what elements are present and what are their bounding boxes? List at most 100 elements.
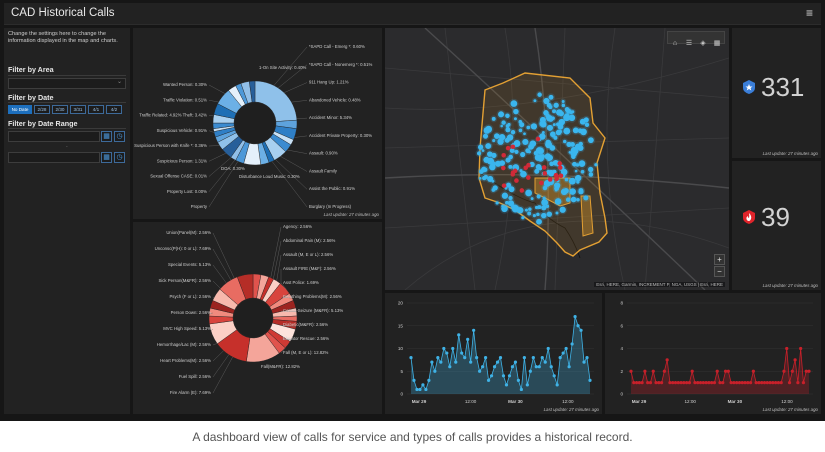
date-button[interactable]: 4/2 [106,105,122,114]
fire-timeline-point[interactable] [671,381,675,385]
fire-call-point[interactable] [557,161,563,166]
date-button[interactable]: 2/28 [34,105,50,114]
fire-call-point[interactable] [557,165,563,170]
police-timeline-point[interactable] [531,356,535,360]
fire-timeline-point[interactable] [685,381,689,385]
police-timeline-point[interactable] [543,360,547,364]
police-timeline-point[interactable] [513,360,518,364]
fire-timeline-point[interactable] [760,381,764,385]
police-timeline-point[interactable] [492,365,497,369]
fire-timeline-point[interactable] [748,381,753,385]
police-timeline-point[interactable] [585,356,589,360]
police-timeline-point[interactable] [567,365,571,369]
fire-timeline-point[interactable] [673,381,678,385]
police-call-point[interactable] [583,195,589,201]
police-timeline-point[interactable] [507,374,512,378]
police-call-point[interactable] [505,113,510,119]
police-call-point[interactable] [518,128,523,133]
police-call-point[interactable] [551,116,555,120]
police-timeline-point[interactable] [430,360,434,364]
police-call-point[interactable] [495,201,499,205]
police-timeline-point[interactable] [525,383,529,387]
start-date-input[interactable] [8,131,100,142]
police-call-point[interactable] [576,180,580,184]
police-call-point[interactable] [519,169,523,173]
police-call-point[interactable] [571,154,576,160]
police-call-point[interactable] [565,197,571,202]
fire-call-point[interactable] [519,188,525,193]
police-timeline-point[interactable] [516,378,520,382]
fire-call-point[interactable] [505,145,511,151]
date-button-no-date[interactable]: No Date [8,105,32,114]
police-timeline-point[interactable] [412,378,416,382]
fire-timeline-point[interactable] [648,381,653,385]
police-timeline-point[interactable] [442,346,446,351]
police-call-point[interactable] [510,100,518,107]
police-call-point[interactable] [572,161,577,167]
fire-timeline-point[interactable] [787,381,792,385]
police-timeline-point[interactable] [409,356,413,360]
fire-timeline-point[interactable] [779,381,783,385]
police-call-point[interactable] [505,157,511,163]
police-timeline-point[interactable] [573,315,577,319]
police-call-point[interactable] [501,204,505,208]
fire-timeline-point[interactable] [690,369,694,373]
police-timeline-point[interactable] [427,378,431,382]
police-timeline-point[interactable] [418,387,422,392]
police-call-point[interactable] [492,185,498,191]
fire-timeline-point[interactable] [732,381,736,385]
police-call-point[interactable] [536,218,542,225]
fire-timeline-point[interactable] [790,369,794,373]
fire-timeline-point[interactable] [693,381,697,385]
fire-timeline-point[interactable] [729,381,733,385]
police-timeline-point[interactable] [481,365,485,369]
police-call-point[interactable] [572,127,579,134]
police-timeline-point[interactable] [463,356,467,360]
police-call-point[interactable] [536,212,540,217]
fire-timeline-point[interactable] [796,381,800,385]
zoom-out-button[interactable]: − [714,266,725,277]
fire-timeline-point[interactable] [771,381,775,385]
police-timeline-point[interactable] [519,387,523,392]
fire-timeline-point[interactable] [704,381,708,385]
fire-timeline-point[interactable] [643,369,647,373]
area-select[interactable]: ⌄ [8,78,126,89]
police-call-point[interactable] [489,163,496,171]
police-call-point[interactable] [491,116,496,121]
fire-timeline-point[interactable] [743,381,747,385]
police-call-point[interactable] [530,123,538,130]
police-call-point[interactable] [487,144,491,148]
fire-timeline-point[interactable] [701,381,705,385]
police-call-point[interactable] [568,150,572,154]
police-call-point[interactable] [478,169,484,175]
fire-timeline-point[interactable] [715,369,719,373]
police-call-point[interactable] [559,206,566,213]
fire-timeline-point[interactable] [696,381,700,385]
fire-timeline-point[interactable] [646,381,650,385]
fire-call-point[interactable] [501,152,507,158]
police-timeline-point[interactable] [549,365,553,369]
police-call-point[interactable] [519,122,525,128]
fire-timeline-point[interactable] [718,381,722,385]
fire-timeline-point[interactable] [740,381,744,385]
police-call-point[interactable] [498,111,505,118]
fire-call-point[interactable] [510,172,516,177]
police-call-point[interactable] [524,208,528,212]
fire-timeline-point[interactable] [804,369,808,373]
police-timeline-point[interactable] [528,369,532,373]
fire-timeline-point[interactable] [640,381,644,385]
police-timeline-point[interactable] [489,374,494,378]
police-timeline-point[interactable] [501,374,506,378]
police-timeline-point[interactable] [460,351,464,355]
fire-timeline-point[interactable] [768,381,772,385]
fire-timeline-point[interactable] [637,381,641,385]
police-call-point[interactable] [536,194,541,199]
police-timeline-point[interactable] [451,346,455,351]
police-timeline-point[interactable] [579,328,583,332]
fire-timeline-point[interactable] [707,381,711,385]
police-call-point[interactable] [506,183,511,188]
police-call-point[interactable] [520,151,526,158]
home-icon[interactable]: ⌂ [668,38,682,49]
fire-call-point[interactable] [542,171,548,176]
police-call-point[interactable] [537,92,542,97]
